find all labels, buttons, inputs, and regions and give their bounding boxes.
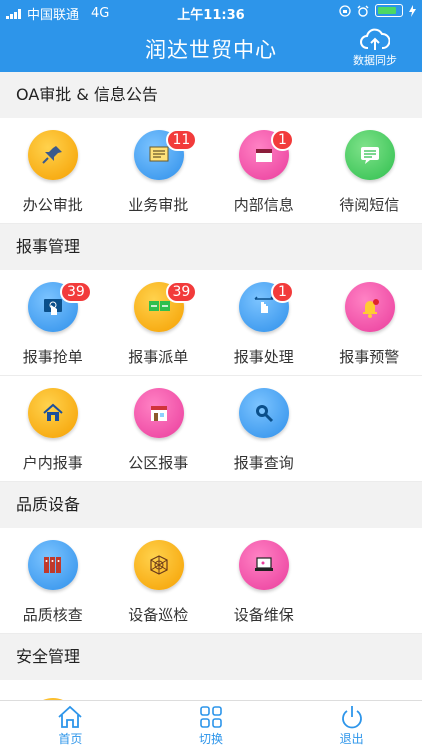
menu-item-label: 待阅短信 (317, 194, 422, 215)
menu-item[interactable]: 设备巡检 (106, 528, 212, 633)
menu-item-label: 报事查询 (211, 452, 317, 473)
charging-icon (409, 5, 416, 17)
menu-item[interactable]: 1 内部信息 (211, 118, 317, 223)
main-content[interactable]: OA审批 & 信息公告办公审批 11 业务审批 1 内部信息待阅短信报事管理 39 报事抢单… (0, 72, 422, 700)
tab-logout-label: 退出 (281, 730, 422, 747)
home-icon (57, 705, 83, 729)
menu-item-label: 业务审批 (106, 194, 212, 215)
menu-row: 户内报事公区报事报事查询 (0, 376, 422, 482)
data-sync-button[interactable]: 数据同步 (340, 28, 410, 68)
tab-switch-label: 切换 (141, 730, 282, 747)
menu-item-label: 品质核查 (0, 604, 106, 625)
menu-row: 品质核查设备巡检设备维保 (0, 528, 422, 634)
menu-item-label: 户内报事 (0, 452, 106, 473)
menu-item-label: 设备巡检 (106, 604, 212, 625)
menu-item[interactable]: 品质核查 (0, 528, 106, 633)
tab-logout[interactable]: 退出 (281, 701, 422, 751)
menu-row (0, 680, 422, 700)
notification-badge: 11 (166, 129, 198, 151)
notification-badge: 1 (271, 129, 294, 151)
notification-badge: 1 (271, 281, 294, 303)
section-title: 安全管理 (0, 634, 422, 680)
tab-home[interactable]: 首页 (0, 701, 141, 751)
menu-item[interactable]: 39 报事抢单 (0, 270, 106, 375)
menu-row: 39 报事抢单 39 报事派单 1 报事处理报事预警 (0, 270, 422, 376)
menu-row: 办公审批 11 业务审批 1 内部信息待阅短信 (0, 118, 422, 224)
alarm-icon (357, 5, 369, 17)
pushpin-icon (28, 130, 78, 180)
magnifier-icon (239, 388, 289, 438)
menu-item-label: 报事抢单 (0, 346, 106, 367)
menu-item[interactable]: 报事查询 (211, 376, 317, 481)
status-bar: 中国联通 4G 上午11:36 (0, 0, 422, 24)
menu-item-label: 报事预警 (317, 346, 422, 367)
notification-badge: 39 (60, 281, 92, 303)
house-icon (28, 388, 78, 438)
menu-item-label: 报事派单 (106, 346, 212, 367)
power-icon (339, 705, 365, 729)
binders-icon (28, 540, 78, 590)
menu-item[interactable]: 报事预警 (317, 270, 422, 375)
menu-item[interactable]: 39 报事派单 (106, 270, 212, 375)
tab-home-label: 首页 (0, 730, 141, 747)
menu-item-label: 设备维保 (211, 604, 317, 625)
menu-item-label: 报事处理 (211, 346, 317, 367)
menu-item[interactable]: 办公审批 (0, 118, 106, 223)
menu-item-label: 公区报事 (106, 452, 212, 473)
data-sync-label: 数据同步 (340, 52, 410, 68)
menu-item[interactable]: 1 报事处理 (211, 270, 317, 375)
app-header: 中国联通 4G 上午11:36 润达世贸中心 数据同步 (0, 0, 422, 72)
storefront-icon (134, 388, 184, 438)
section-title: 品质设备 (0, 482, 422, 528)
message-icon (345, 130, 395, 180)
menu-item[interactable]: 设备维保 (211, 528, 317, 633)
grid-icon (198, 705, 224, 729)
menu-item[interactable]: 公区报事 (106, 376, 212, 481)
section-title: 报事管理 (0, 224, 422, 270)
battery-icon (375, 4, 403, 17)
web-icon (134, 540, 184, 590)
menu-item[interactable]: 待阅短信 (317, 118, 422, 223)
tab-bar: 首页 切换 退出 (0, 700, 422, 751)
tab-switch[interactable]: 切换 (141, 701, 282, 751)
menu-item-label: 内部信息 (211, 194, 317, 215)
laptop-icon (239, 540, 289, 590)
menu-item[interactable]: 户内报事 (0, 376, 106, 481)
notification-badge: 39 (166, 281, 198, 303)
cloud-upload-icon (360, 28, 390, 52)
menu-item-label: 办公审批 (0, 194, 106, 215)
menu-item[interactable]: 11 业务审批 (106, 118, 212, 223)
bell-icon (345, 282, 395, 332)
lock-rotation-icon (339, 5, 351, 17)
section-title: OA审批 & 信息公告 (0, 72, 422, 118)
